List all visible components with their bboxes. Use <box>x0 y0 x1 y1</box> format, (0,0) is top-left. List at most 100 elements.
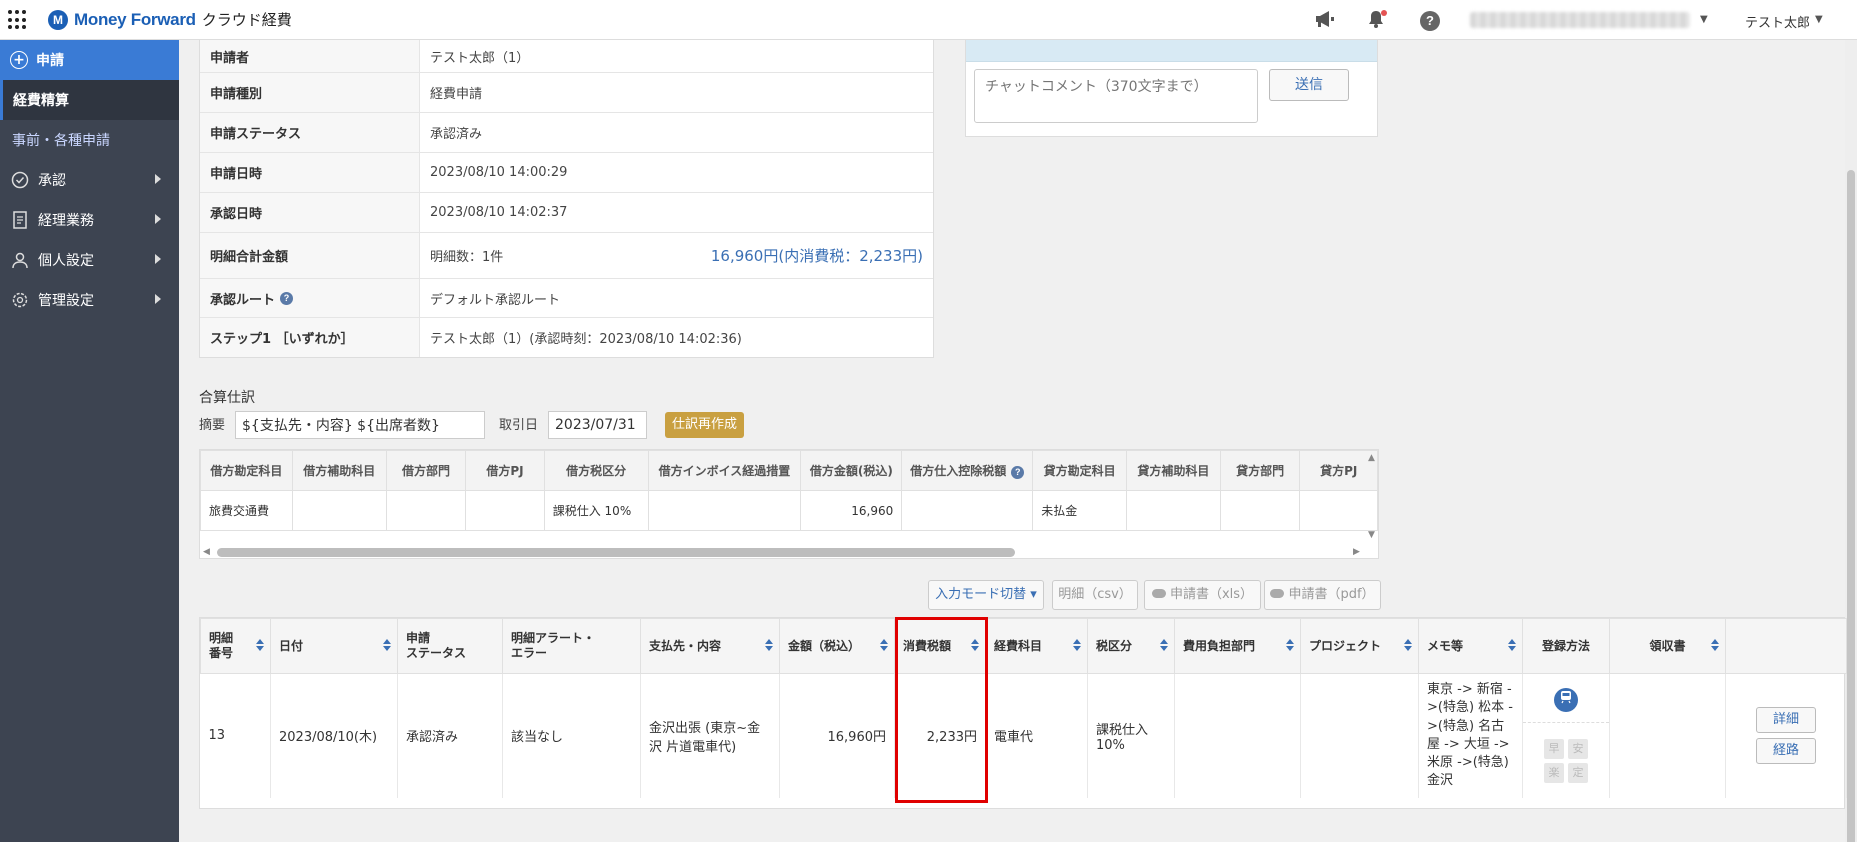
document-icon <box>10 210 30 230</box>
journal-cell <box>1126 490 1221 531</box>
chat-comment-input[interactable] <box>974 69 1258 123</box>
sort-icon[interactable] <box>1160 639 1168 651</box>
items-header-memo[interactable]: メモ等 <box>1418 618 1523 674</box>
scroll-right-arrow-icon[interactable]: ▶ <box>1353 547 1360 557</box>
detail-value: 2023/08/10 14:02:37 <box>430 205 568 220</box>
items-header-tax-type[interactable]: 税区分 <box>1087 618 1175 674</box>
detail-label: 申請種別 <box>200 73 420 112</box>
sidebar-item-accounting[interactable]: 経理業務 <box>0 200 179 240</box>
sort-icon[interactable] <box>765 639 773 651</box>
items-header-payee[interactable]: 支払先・内容 <box>640 618 780 674</box>
sort-icon[interactable] <box>256 639 264 651</box>
detail-row: 申請者 テスト太郎（1） <box>200 40 933 73</box>
sort-icon[interactable] <box>1286 639 1294 651</box>
megaphone-icon[interactable] <box>1313 9 1337 31</box>
items-header-project[interactable]: プロジェクト <box>1300 618 1419 674</box>
scroll-left-arrow-icon[interactable]: ◀ <box>203 547 210 557</box>
date-input[interactable] <box>548 411 647 439</box>
user-dropdown-caret-icon[interactable]: ▼ <box>1815 14 1823 25</box>
journal-cell: 未払金 <box>1032 490 1128 531</box>
sidebar-item-personal[interactable]: 個人設定 <box>0 240 179 280</box>
cloud-download-icon <box>1270 589 1285 598</box>
header-label: 金額（税込） <box>788 638 861 653</box>
help-icon[interactable]: ? <box>1011 466 1025 479</box>
items-header-tax[interactable]: 消費税額 <box>894 618 986 674</box>
page-scrollbar-thumb[interactable] <box>1847 170 1855 842</box>
journal-header: 借方PJ <box>465 450 545 491</box>
journal-header: 貸方部門 <box>1219 450 1301 491</box>
brand-name: Money Forward <box>74 9 196 29</box>
sidebar-item-pre-request[interactable]: 事前・各種申請 <box>0 120 179 160</box>
chevron-right-icon <box>155 214 161 224</box>
sidebar-item-label: 個人設定 <box>38 253 94 269</box>
office-name-blurred[interactable] <box>1470 12 1690 28</box>
input-mode-toggle-button[interactable]: 入力モード切替 ▾ <box>928 580 1044 610</box>
sort-icon[interactable] <box>1073 639 1081 651</box>
send-button[interactable]: 送信 <box>1269 69 1349 101</box>
bell-icon[interactable] <box>1364 9 1388 31</box>
office-dropdown-caret-icon[interactable]: ▼ <box>1700 14 1708 25</box>
brand-logo[interactable]: M Money Forward クラウド経費 <box>48 9 292 30</box>
export-csv-button[interactable]: 明細（csv） <box>1052 580 1138 610</box>
sidebar-item-approval[interactable]: 承認 <box>0 160 179 200</box>
journal-cell: 課税仕入 10% <box>543 490 649 531</box>
route-badge: 早 <box>1544 739 1564 760</box>
scroll-up-arrow-icon[interactable]: ▲ <box>1368 453 1375 463</box>
check-circle-icon <box>10 170 30 190</box>
sidebar-new-request[interactable]: + 申請 <box>0 40 179 80</box>
table-row[interactable]: 13 2023/08/10(木) 承認済み 該当なし 金沢出張 (東京~金沢 片… <box>200 673 1847 798</box>
journal-cell <box>901 490 1034 531</box>
journal-cell <box>1299 490 1378 531</box>
detail-row: 明細合計金額 明細数：1件 16,960円(内消費税：2,233円) <box>200 233 933 279</box>
sort-icon[interactable] <box>383 639 391 651</box>
items-header-actions <box>1725 618 1847 674</box>
items-header-date[interactable]: 日付 <box>270 618 398 674</box>
items-header-no[interactable]: 明細 番号 <box>200 618 271 674</box>
sort-icon[interactable] <box>1508 639 1516 651</box>
item-payee: 金沢出張 (東京~金沢 片道電車代) <box>640 673 780 798</box>
sidebar-item-expense[interactable]: 経費精算 <box>0 80 179 120</box>
detail-label: ステップ1 ［いずれか］ <box>200 318 420 357</box>
journal-hscroll-thumb[interactable] <box>217 548 1015 557</box>
item-tax-type: 課税仕入 10% <box>1087 673 1175 798</box>
detail-button[interactable]: 詳細 <box>1756 707 1816 734</box>
journal-row: 旅費交通費 課税仕入 10% 16,960 未払金 <box>200 490 1378 531</box>
export-xls-button[interactable]: 申請書（xls） <box>1144 580 1261 610</box>
divider <box>1523 722 1609 724</box>
summary-input[interactable] <box>235 411 485 439</box>
header-label: 支払先・内容 <box>649 638 722 653</box>
approval-route-label: 承認ルート <box>210 292 276 308</box>
route-button[interactable]: 経路 <box>1756 738 1816 765</box>
items-header-alert: 明細アラート・ エラー <box>502 618 641 674</box>
sort-icon[interactable] <box>1711 639 1719 651</box>
route-option-badges: 早 安 楽 定 <box>1531 739 1601 784</box>
total-amount: 16,960円(内消費税：2,233円) <box>710 247 923 265</box>
top-bar: M Money Forward クラウド経費 ? ▼ テスト太郎 ▼ <box>0 0 1857 40</box>
item-count: 明細数：1件 <box>430 250 504 265</box>
user-name[interactable]: テスト太郎 <box>1745 12 1810 31</box>
route-badge: 安 <box>1568 739 1588 760</box>
sort-icon[interactable] <box>880 639 888 651</box>
recreate-journal-button[interactable]: 仕訳再作成 <box>665 412 744 438</box>
items-header-receipt[interactable]: 領収書 <box>1609 618 1726 674</box>
journal-cell: 16,960 <box>800 490 903 531</box>
date-label: 取引日 <box>499 418 539 433</box>
journal-header: 貸方PJ <box>1299 450 1378 491</box>
items-header-department[interactable]: 費用負担部門 <box>1174 618 1301 674</box>
items-header-amount[interactable]: 金額（税込） <box>779 618 895 674</box>
summary-label: 摘要 <box>199 418 226 433</box>
items-header-category[interactable]: 経費科目 <box>985 618 1088 674</box>
route-badge: 楽 <box>1544 763 1564 784</box>
header-label: 消費税額 <box>903 638 952 653</box>
sort-icon[interactable] <box>971 639 979 651</box>
sidebar-item-admin[interactable]: 管理設定 <box>0 280 179 320</box>
sort-icon[interactable] <box>1404 639 1412 651</box>
help-icon[interactable]: ? <box>1418 9 1442 31</box>
app-grid-icon[interactable] <box>8 10 28 30</box>
chevron-right-icon <box>155 254 161 264</box>
export-pdf-button[interactable]: 申請書（pdf） <box>1264 580 1381 610</box>
scroll-down-arrow-icon[interactable]: ▼ <box>1368 530 1375 540</box>
help-icon[interactable]: ? <box>280 291 294 305</box>
detail-label: 承認ルート ? <box>200 279 420 317</box>
detail-label: 申請日時 <box>200 153 420 192</box>
